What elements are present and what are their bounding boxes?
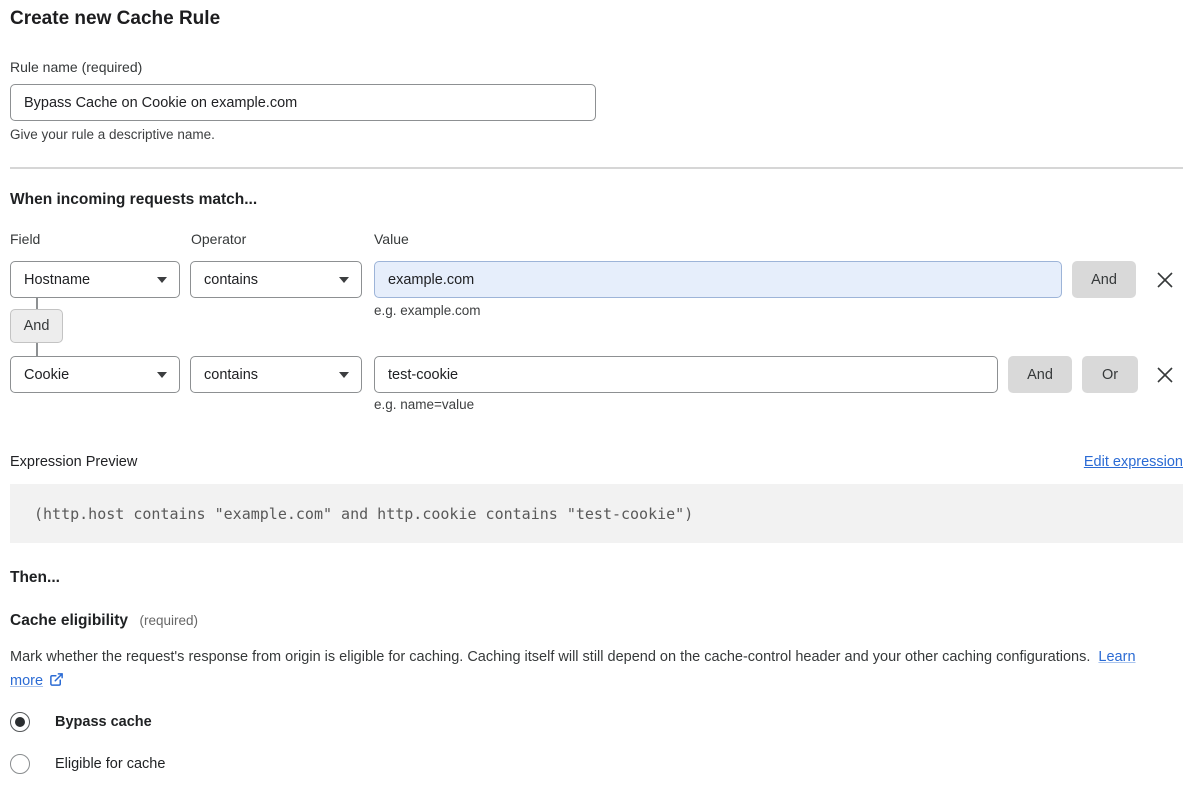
value-input-row1[interactable] [374, 261, 1062, 298]
page-title: Create new Cache Rule [10, 8, 221, 29]
radio-dot [15, 717, 25, 727]
remove-row2-button[interactable] [1154, 364, 1176, 386]
description-text: Mark whether the request's response from… [10, 649, 1091, 665]
expression-code: (http.host contains "example.com" and ht… [34, 504, 694, 523]
close-icon [1157, 367, 1173, 383]
chevron-down-icon [339, 371, 349, 378]
rule-name-input[interactable] [10, 84, 596, 121]
column-label-field: Field [10, 231, 41, 247]
cache-eligibility-heading: Cache eligibility [10, 612, 129, 629]
expression-code-block: (http.host contains "example.com" and ht… [10, 484, 1183, 543]
rule-name-label: Rule name (required) [10, 59, 143, 75]
cache-eligibility-heading-row: Cache eligibility (required) [10, 612, 198, 630]
radio-option-1[interactable]: Eligible for cache [10, 754, 165, 774]
operator-select-row2[interactable]: contains [190, 356, 362, 393]
then-heading: Then... [10, 569, 60, 586]
operator-select-row1[interactable]: contains [190, 261, 362, 298]
chevron-down-icon [157, 276, 167, 283]
operator-select-row1-value: contains [204, 271, 259, 288]
radio-option-0[interactable]: Bypass cache [10, 712, 152, 732]
expression-preview-label: Expression Preview [10, 454, 138, 470]
radio-dot [15, 759, 25, 769]
create-cache-rule-page: Create new Cache Rule Rule name (require… [0, 0, 1200, 793]
close-icon [1157, 272, 1173, 288]
radio-label: Bypass cache [55, 714, 152, 730]
value-hint-row2: e.g. name=value [374, 397, 475, 412]
chevron-down-icon [339, 276, 349, 283]
radio-circle[interactable] [10, 754, 30, 774]
edit-expression-link[interactable]: Edit expression [1084, 454, 1183, 470]
field-select-row1[interactable]: Hostname [10, 261, 180, 298]
column-label-operator: Operator [191, 231, 247, 247]
connector-and-chip[interactable]: And [10, 309, 63, 343]
field-select-row2-value: Cookie [24, 366, 70, 383]
field-select-row2[interactable]: Cookie [10, 356, 180, 393]
connector-line-top [36, 298, 38, 309]
remove-row1-button[interactable] [1154, 269, 1176, 291]
radio-circle[interactable] [10, 712, 30, 732]
match-heading: When incoming requests match... [10, 191, 258, 208]
and-button-row2[interactable]: And [1008, 356, 1072, 393]
section-divider [10, 167, 1183, 169]
operator-select-row2-value: contains [204, 366, 259, 383]
value-hint-row1: e.g. example.com [374, 303, 481, 318]
required-note: (required) [139, 613, 198, 628]
and-button-row1[interactable]: And [1072, 261, 1136, 298]
value-input-row2[interactable] [374, 356, 998, 393]
radio-label: Eligible for cache [55, 756, 166, 772]
cache-eligibility-description: Mark whether the request's response from… [10, 645, 1162, 695]
chevron-down-icon [157, 371, 167, 378]
or-button-row2[interactable]: Or [1082, 356, 1138, 393]
external-link-icon [49, 671, 64, 695]
rule-name-helper: Give your rule a descriptive name. [10, 127, 215, 142]
field-select-row1-value: Hostname [24, 271, 91, 288]
connector-line-bottom [36, 343, 38, 356]
column-label-value: Value [374, 231, 409, 247]
